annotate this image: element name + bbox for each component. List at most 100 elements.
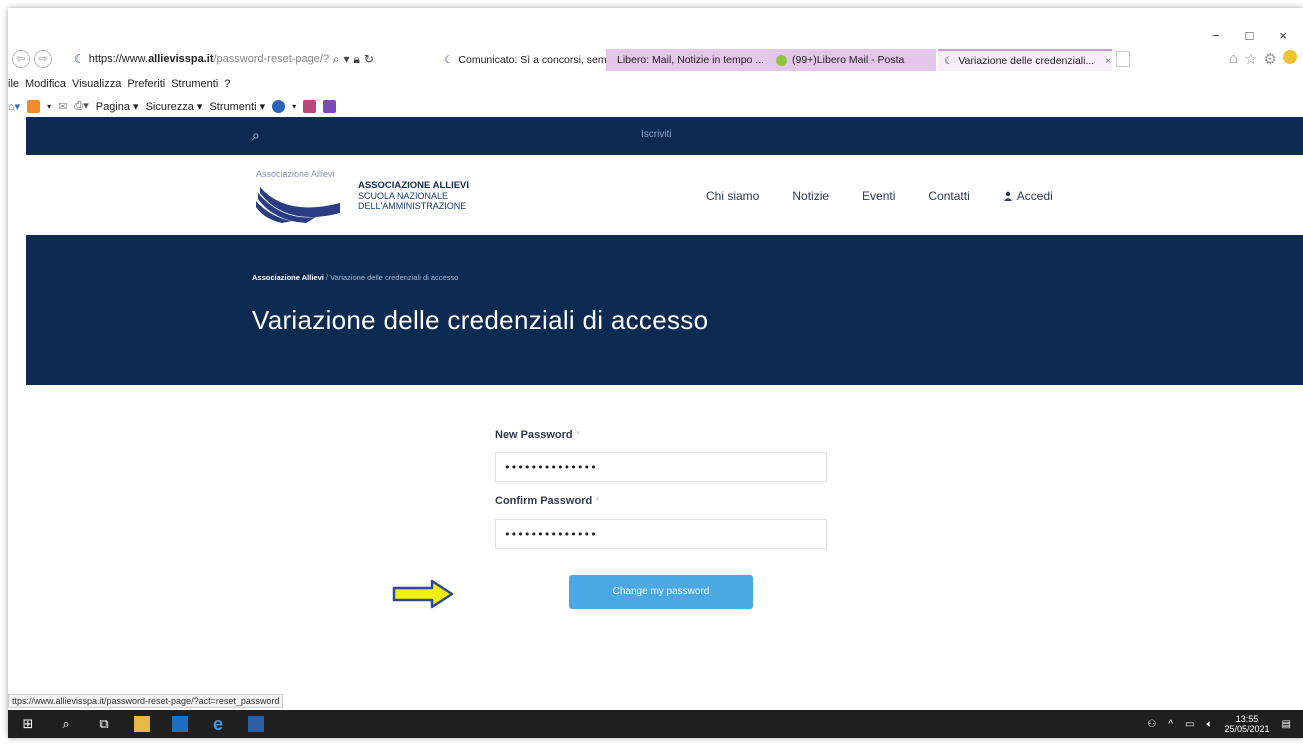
- windows-start-icon[interactable]: ⊞: [20, 716, 36, 732]
- menu-bar: ile Modifica Visualizza Preferiti Strume…: [8, 74, 230, 94]
- password-reset-form: New Password* Confirm Password* Change m…: [8, 385, 1303, 715]
- register-link[interactable]: Iscriviti: [641, 129, 672, 140]
- network-icon[interactable]: ▭: [1185, 719, 1194, 730]
- print-icon[interactable]: ⎙▾: [74, 99, 88, 113]
- breadcrumb-home[interactable]: Associazione Allievi: [252, 273, 324, 282]
- rss-feed-icon[interactable]: [27, 99, 41, 113]
- menu-visualizza[interactable]: Visualizza: [72, 78, 121, 90]
- breadcrumb-current: Variazione delle credenziali di accesso: [330, 273, 459, 282]
- tab-label: Comunicato: Sì a concorsi, sem...: [458, 54, 606, 66]
- search-icon[interactable]: ⌕: [58, 716, 74, 732]
- tab-favicon-icon: ☾: [444, 54, 454, 66]
- clock-date: 25/05/2021: [1224, 724, 1270, 734]
- refresh-icon[interactable]: ↻: [364, 52, 374, 66]
- user-icon: [1003, 191, 1012, 201]
- smiley-feedback-icon[interactable]: [1283, 50, 1297, 64]
- command-bar: ⌂▾ ▾ ✉ ⎙▾ Pagina ▾ Sicurezza ▾ Strumenti…: [8, 94, 337, 118]
- page-hero: Associazione Allievi / Variazione delle …: [26, 235, 1303, 385]
- favorites-star-icon[interactable]: ☆: [1244, 50, 1257, 68]
- logo-top-text: Associazione Allievi: [256, 169, 335, 179]
- required-mark: *: [595, 495, 600, 507]
- volume-icon[interactable]: 🔈︎: [1207, 719, 1213, 730]
- task-view-icon[interactable]: ⧉: [96, 716, 112, 732]
- sna-logo[interactable]: Associazione Allievi SNA: [256, 169, 344, 223]
- back-arrow-icon[interactable]: ⇦: [12, 50, 30, 68]
- menu-help[interactable]: ?: [224, 78, 230, 90]
- close-tab-icon[interactable]: ×: [1105, 55, 1111, 67]
- nav-accedi[interactable]: Accedi: [1003, 189, 1053, 203]
- page-title: Variazione delle credenziali di accesso: [252, 305, 709, 335]
- libero-posta-icon: [776, 54, 787, 66]
- mail-icon[interactable]: ✉: [58, 100, 67, 113]
- brand-text: ASSOCIAZIONE ALLIEVI SCUOLA NAZIONALE DE…: [358, 180, 470, 212]
- close-window-button[interactable]: ×: [1279, 28, 1287, 43]
- windows-taskbar: ⊞ ⌕ ⧉ e ⚇ ^ ▭ 🔈︎ 13:55 25/05/2021 ▤: [8, 710, 1303, 738]
- nav-accedi-label: Accedi: [1016, 189, 1053, 203]
- help-icon[interactable]: [272, 99, 286, 113]
- tab-libero-posta[interactable]: (99+)Libero Mail - Posta: [770, 49, 936, 71]
- home-page-icon[interactable]: ⌂▾: [8, 100, 20, 113]
- translate-icon[interactable]: [323, 99, 337, 113]
- brand-line-3: DELL'AMMINISTRAZIONE: [358, 201, 467, 211]
- brand-line-2: SCUOLA NAZIONALE: [358, 191, 449, 201]
- tab-label: Libero: Mail, Notizie in tempo ...: [617, 54, 765, 66]
- security-menu[interactable]: Sicurezza ▾: [146, 100, 203, 113]
- nav-contatti[interactable]: Contatti: [928, 189, 969, 203]
- file-explorer-icon[interactable]: [134, 716, 150, 732]
- nav-notizie[interactable]: Notizie: [792, 189, 829, 203]
- dropdown-arrow-icon[interactable]: ▾: [344, 52, 350, 66]
- address-bar[interactable]: ☾ https://www.allievisspa.it/password-re…: [74, 48, 434, 70]
- toolbar-right-icons: ⌂ ☆ ⚙: [1229, 50, 1297, 68]
- menu-file[interactable]: ile: [8, 78, 19, 90]
- forward-arrow-icon[interactable]: ⇨: [34, 50, 52, 68]
- outlook-icon[interactable]: [172, 716, 188, 732]
- gear-icon[interactable]: ⚙: [1264, 50, 1277, 68]
- research-icon[interactable]: [303, 99, 317, 113]
- new-tab-button[interactable]: [1116, 51, 1130, 67]
- confirm-password-field[interactable]: [495, 519, 827, 549]
- site-favicon-icon: ☾: [74, 52, 85, 66]
- menu-preferiti[interactable]: Preferiti: [127, 78, 165, 90]
- minimize-button[interactable]: −: [1212, 28, 1220, 43]
- word-icon[interactable]: [248, 716, 264, 732]
- tab-bar: ⇦ ⇨ ☾ https://www.allievisspa.it/passwor…: [8, 46, 1303, 74]
- address-url[interactable]: https://www.allievisspa.it/password-rese…: [89, 53, 329, 65]
- menu-strumenti[interactable]: Strumenti: [171, 78, 218, 90]
- page-menu[interactable]: Pagina ▾: [96, 100, 139, 113]
- change-password-button[interactable]: Change my password: [569, 575, 753, 609]
- site-top-strip: ⌕ Iscriviti: [26, 117, 1303, 155]
- taskbar-clock[interactable]: 13:55 25/05/2021: [1225, 714, 1270, 734]
- notification-icon[interactable]: ▤: [1282, 719, 1291, 730]
- confirm-password-label: Confirm Password *: [495, 495, 600, 507]
- tab-label: (99+)Libero Mail - Posta: [792, 54, 905, 66]
- brand-line-1: ASSOCIAZIONE ALLIEVI: [358, 180, 470, 191]
- people-icon[interactable]: ⚇: [1147, 719, 1156, 730]
- site-header: Associazione Allievi SNA ASSOCIAZIONE AL…: [26, 155, 1303, 235]
- browser-window: − □ × ⇦ ⇨ ☾ https://www.allievisspa.it/p…: [8, 8, 1303, 738]
- tab-label: Variazione delle credenziali...: [958, 55, 1095, 67]
- maximize-button[interactable]: □: [1246, 28, 1254, 43]
- nav-chi-siamo[interactable]: Chi siamo: [706, 189, 759, 203]
- chevron-up-icon[interactable]: ^: [1168, 719, 1173, 730]
- new-password-field[interactable]: [495, 452, 827, 482]
- window-controls: − □ ×: [1212, 28, 1287, 43]
- tools-menu[interactable]: Strumenti ▾: [209, 100, 265, 113]
- breadcrumb: Associazione Allievi / Variazione delle …: [252, 273, 458, 282]
- nav-eventi[interactable]: Eventi: [862, 189, 895, 203]
- tab-comunicato[interactable]: ☾ Comunicato: Sì a concorsi, sem...: [438, 49, 606, 71]
- internet-explorer-icon[interactable]: e: [210, 715, 226, 733]
- search-icon[interactable]: ⌕: [333, 52, 340, 67]
- pointer-arrow-icon: [392, 579, 454, 609]
- search-icon[interactable]: ⌕: [252, 127, 260, 144]
- home-icon[interactable]: ⌂: [1229, 50, 1238, 68]
- new-password-label: New Password *: [495, 429, 580, 441]
- lock-icon[interactable]: 🔒︎: [354, 52, 360, 67]
- required-mark: *: [575, 429, 580, 441]
- tab-variazione[interactable]: ☾ Variazione delle credenziali... ×: [938, 49, 1112, 71]
- main-nav: Chi siamo Notizie Eventi Contatti Accedi: [706, 189, 1053, 203]
- menu-modifica[interactable]: Modifica: [25, 78, 66, 90]
- tab-libero-mail[interactable]: Libero: Mail, Notizie in tempo ...: [606, 49, 770, 71]
- status-bar-url: ttps://www.allievisspa.it/password-reset…: [8, 694, 284, 708]
- clock-time: 13:55: [1235, 714, 1259, 724]
- tab-favicon-icon: ☾: [944, 55, 954, 67]
